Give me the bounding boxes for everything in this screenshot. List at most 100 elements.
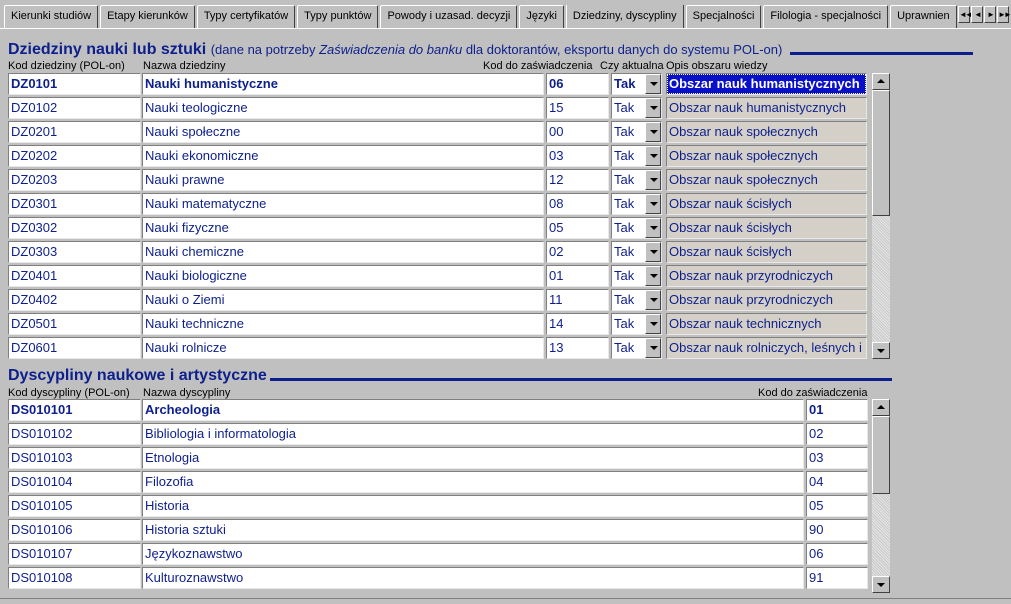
czy-aktualna-combo[interactable]: Tak — [611, 241, 662, 263]
dziedziny-scrollbar[interactable] — [872, 73, 890, 359]
chevron-down-icon[interactable] — [645, 338, 661, 358]
kod-zaswiadczenia-field[interactable]: 01 — [806, 399, 868, 421]
czy-aktualna-combo[interactable]: Tak — [611, 145, 662, 167]
kod-dyscypliny-field[interactable]: DS010103 — [8, 447, 141, 469]
kod-dyscypliny-field[interactable]: DS010106 — [8, 519, 141, 541]
nazwa-dziedziny-field[interactable]: Nauki teologiczne — [142, 97, 544, 119]
kod-zaswiadczenia-field[interactable]: 04 — [806, 471, 868, 493]
kod-dziedziny-field[interactable]: DZ0303 — [8, 241, 141, 263]
kod-dziedziny-field[interactable]: DZ0402 — [8, 289, 141, 311]
kod-dyscypliny-field[interactable]: DS010107 — [8, 543, 141, 565]
kod-zaswiadczenia-field[interactable]: 01 — [546, 265, 609, 287]
kod-zaswiadczenia-field[interactable]: 03 — [806, 447, 868, 469]
kod-zaswiadczenia-field[interactable]: 11 — [546, 289, 609, 311]
kod-zaswiadczenia-field[interactable]: 90 — [806, 519, 868, 541]
tab-9[interactable]: Uprawnien — [890, 5, 957, 28]
kod-dziedziny-field[interactable]: DZ0202 — [8, 145, 141, 167]
kod-dyscypliny-field[interactable]: DS010101 — [8, 399, 141, 421]
kod-dziedziny-field[interactable]: DZ0203 — [8, 169, 141, 191]
nazwa-dziedziny-field[interactable]: Nauki społeczne — [142, 121, 544, 143]
nazwa-dyscypliny-field[interactable]: Kulturoznawstwo — [142, 567, 804, 589]
tab-next-icon[interactable]: ► — [984, 6, 996, 23]
czy-aktualna-combo[interactable]: Tak — [611, 337, 662, 359]
czy-aktualna-combo[interactable]: Tak — [611, 289, 662, 311]
kod-zaswiadczenia-field[interactable]: 15 — [546, 97, 609, 119]
kod-dziedziny-field[interactable]: DZ0501 — [8, 313, 141, 335]
scroll-down-button[interactable] — [872, 342, 890, 359]
opis-obszaru-field[interactable]: Obszar nauk technicznych — [666, 313, 867, 335]
tab-1[interactable]: Etapy kierunków — [100, 5, 195, 28]
tab-7[interactable]: Specjalności — [685, 5, 762, 28]
scroll-thumb[interactable] — [872, 416, 890, 494]
nazwa-dyscypliny-field[interactable]: Historia — [142, 495, 804, 517]
opis-obszaru-field[interactable]: Obszar nauk społecznych — [666, 121, 867, 143]
opis-obszaru-field[interactable]: Obszar nauk humanistycznych — [666, 97, 867, 119]
chevron-down-icon[interactable] — [645, 266, 661, 286]
kod-zaswiadczenia-field[interactable]: 13 — [546, 337, 609, 359]
nazwa-dyscypliny-field[interactable]: Bibliologia i informatologia — [142, 423, 804, 445]
czy-aktualna-combo[interactable]: Tak — [611, 121, 662, 143]
tab-6[interactable]: Dziedziny, dyscypliny — [565, 5, 684, 28]
kod-zaswiadczenia-field[interactable]: 05 — [546, 217, 609, 239]
kod-zaswiadczenia-field[interactable]: 91 — [806, 567, 868, 589]
tab-prev-icon[interactable]: ◄ — [971, 6, 983, 23]
nazwa-dziedziny-field[interactable]: Nauki prawne — [142, 169, 544, 191]
chevron-down-icon[interactable] — [645, 242, 661, 262]
kod-dziedziny-field[interactable]: DZ0201 — [8, 121, 141, 143]
chevron-down-icon[interactable] — [645, 290, 661, 310]
kod-zaswiadczenia-field[interactable]: 08 — [546, 193, 609, 215]
tab-3[interactable]: Typy punktów — [297, 5, 379, 28]
tab-5[interactable]: Języki — [519, 5, 564, 28]
kod-zaswiadczenia-field[interactable]: 12 — [546, 169, 609, 191]
nazwa-dziedziny-field[interactable]: Nauki ekonomiczne — [142, 145, 544, 167]
kod-dziedziny-field[interactable]: DZ0302 — [8, 217, 141, 239]
nazwa-dziedziny-field[interactable]: Nauki techniczne — [142, 313, 544, 335]
opis-obszaru-field[interactable]: Obszar nauk ścisłych — [666, 193, 867, 215]
kod-dziedziny-field[interactable]: DZ0601 — [8, 337, 141, 359]
nazwa-dziedziny-field[interactable]: Nauki biologiczne — [142, 265, 544, 287]
nazwa-dziedziny-field[interactable]: Nauki o Ziemi — [142, 289, 544, 311]
nazwa-dziedziny-field[interactable]: Nauki rolnicze — [142, 337, 544, 359]
kod-dyscypliny-field[interactable]: DS010104 — [8, 471, 141, 493]
opis-obszaru-field[interactable]: Obszar nauk ścisłych — [666, 241, 867, 263]
kod-dziedziny-field[interactable]: DZ0301 — [8, 193, 141, 215]
tab-0[interactable]: Kierunki studiów — [4, 5, 99, 28]
kod-dziedziny-field[interactable]: DZ0102 — [8, 97, 141, 119]
kod-dziedziny-field[interactable]: DZ0101 — [8, 73, 141, 95]
opis-obszaru-field[interactable]: Obszar nauk ścisłych — [666, 217, 867, 239]
nazwa-dyscypliny-field[interactable]: Archeologia — [142, 399, 804, 421]
kod-dyscypliny-field[interactable]: DS010102 — [8, 423, 141, 445]
scroll-thumb[interactable] — [872, 90, 890, 216]
czy-aktualna-combo[interactable]: Tak — [611, 265, 662, 287]
chevron-down-icon[interactable] — [645, 98, 661, 118]
kod-zaswiadczenia-field[interactable]: 14 — [546, 313, 609, 335]
scroll-up-button[interactable] — [872, 73, 890, 90]
nazwa-dyscypliny-field[interactable]: Filozofia — [142, 471, 804, 493]
kod-zaswiadczenia-field[interactable]: 02 — [546, 241, 609, 263]
nazwa-dziedziny-field[interactable]: Nauki chemiczne — [142, 241, 544, 263]
opis-obszaru-field[interactable]: Obszar nauk przyrodniczych — [666, 265, 867, 287]
opis-obszaru-field[interactable]: Obszar nauk rolniczych, leśnych i — [666, 337, 867, 359]
opis-obszaru-field[interactable]: Obszar nauk przyrodniczych — [666, 289, 867, 311]
kod-zaswiadczenia-field[interactable]: 02 — [806, 423, 868, 445]
tab-last-icon[interactable]: ►► — [997, 6, 1011, 23]
czy-aktualna-combo[interactable]: Tak — [611, 169, 662, 191]
czy-aktualna-combo[interactable]: Tak — [611, 217, 662, 239]
czy-aktualna-combo[interactable]: Tak — [611, 313, 662, 335]
kod-dyscypliny-field[interactable]: DS010108 — [8, 567, 141, 589]
kod-zaswiadczenia-field[interactable]: 03 — [546, 145, 609, 167]
nazwa-dyscypliny-field[interactable]: Językoznawstwo — [142, 543, 804, 565]
kod-zaswiadczenia-field[interactable]: 05 — [806, 495, 868, 517]
nazwa-dyscypliny-field[interactable]: Historia sztuki — [142, 519, 804, 541]
chevron-down-icon[interactable] — [645, 194, 661, 214]
dyscypliny-scrollbar[interactable] — [872, 399, 890, 593]
tab-2[interactable]: Typy certyfikatów — [196, 5, 296, 28]
tab-4[interactable]: Powody i uzasad. decyzji — [380, 5, 518, 28]
kod-zaswiadczenia-field[interactable]: 00 — [546, 121, 609, 143]
scroll-up-button[interactable] — [872, 399, 890, 416]
nazwa-dziedziny-field[interactable]: Nauki fizyczne — [142, 217, 544, 239]
opis-obszaru-field[interactable]: Obszar nauk humanistycznych — [666, 73, 867, 95]
opis-obszaru-field[interactable]: Obszar nauk społecznych — [666, 145, 867, 167]
opis-obszaru-field[interactable]: Obszar nauk społecznych — [666, 169, 867, 191]
czy-aktualna-combo[interactable]: Tak — [611, 97, 662, 119]
